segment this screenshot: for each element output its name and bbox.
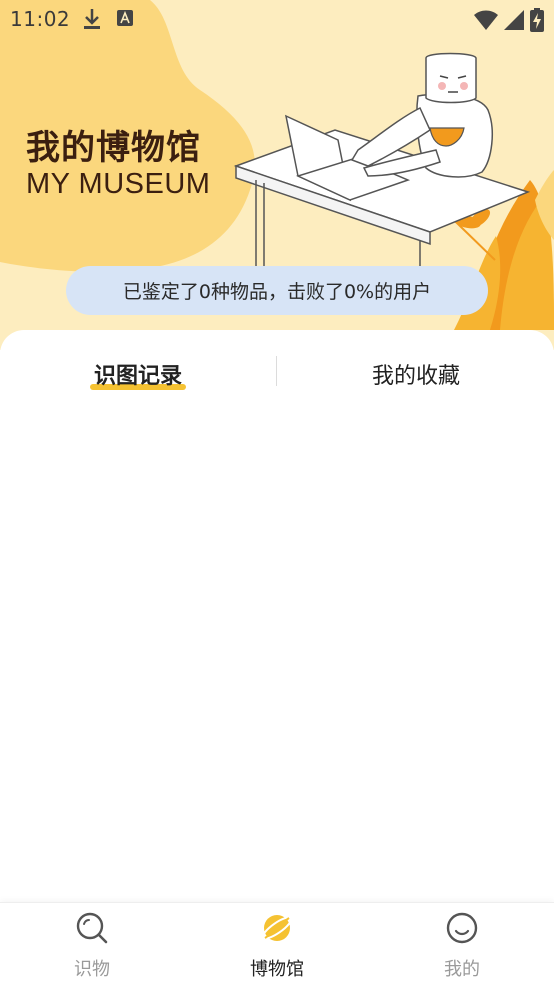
bottom-nav: 识物 博物馆 我的	[0, 902, 554, 985]
hero-banner: 11:02 我的博物馆 MY MUSEUM 已鉴定了0种物品，击败了0%的用户	[0, 0, 554, 350]
wifi-icon	[474, 10, 498, 34]
tab-bar: 识图记录 我的收藏	[0, 352, 554, 396]
search-icon	[75, 911, 109, 949]
page-subtitle: MY MUSEUM	[26, 168, 211, 200]
tab-label: 识图记录	[93, 364, 182, 389]
nav-label: 识物	[74, 959, 110, 980]
tab-label: 我的收藏	[371, 364, 460, 389]
signal-icon	[504, 10, 524, 34]
planet-icon	[260, 911, 294, 949]
content-card: 识图记录 我的收藏	[0, 330, 554, 910]
stats-badge: 已鉴定了0种物品，击败了0%的用户	[66, 266, 488, 315]
status-bar: 11:02	[0, 0, 554, 38]
smile-icon	[445, 911, 479, 949]
text-a-icon	[117, 10, 133, 30]
tab-my-favorites[interactable]: 我的收藏	[338, 352, 494, 396]
nav-item-identify[interactable]: 识物	[32, 911, 152, 981]
stats-text: 已鉴定了0种物品，击败了0%的用户	[122, 281, 432, 303]
nav-item-museum[interactable]: 博物馆	[217, 911, 337, 981]
download-icon	[82, 8, 102, 34]
status-time: 11:02	[10, 7, 71, 31]
nav-label: 我的	[444, 959, 480, 980]
tab-recognition-history[interactable]: 识图记录	[60, 352, 216, 396]
nav-item-mine[interactable]: 我的	[402, 911, 522, 981]
battery-charging-icon	[530, 8, 544, 36]
nav-label: 博物馆	[250, 959, 304, 980]
page-title: 我的博物馆	[26, 128, 201, 168]
tab-divider	[276, 356, 277, 386]
